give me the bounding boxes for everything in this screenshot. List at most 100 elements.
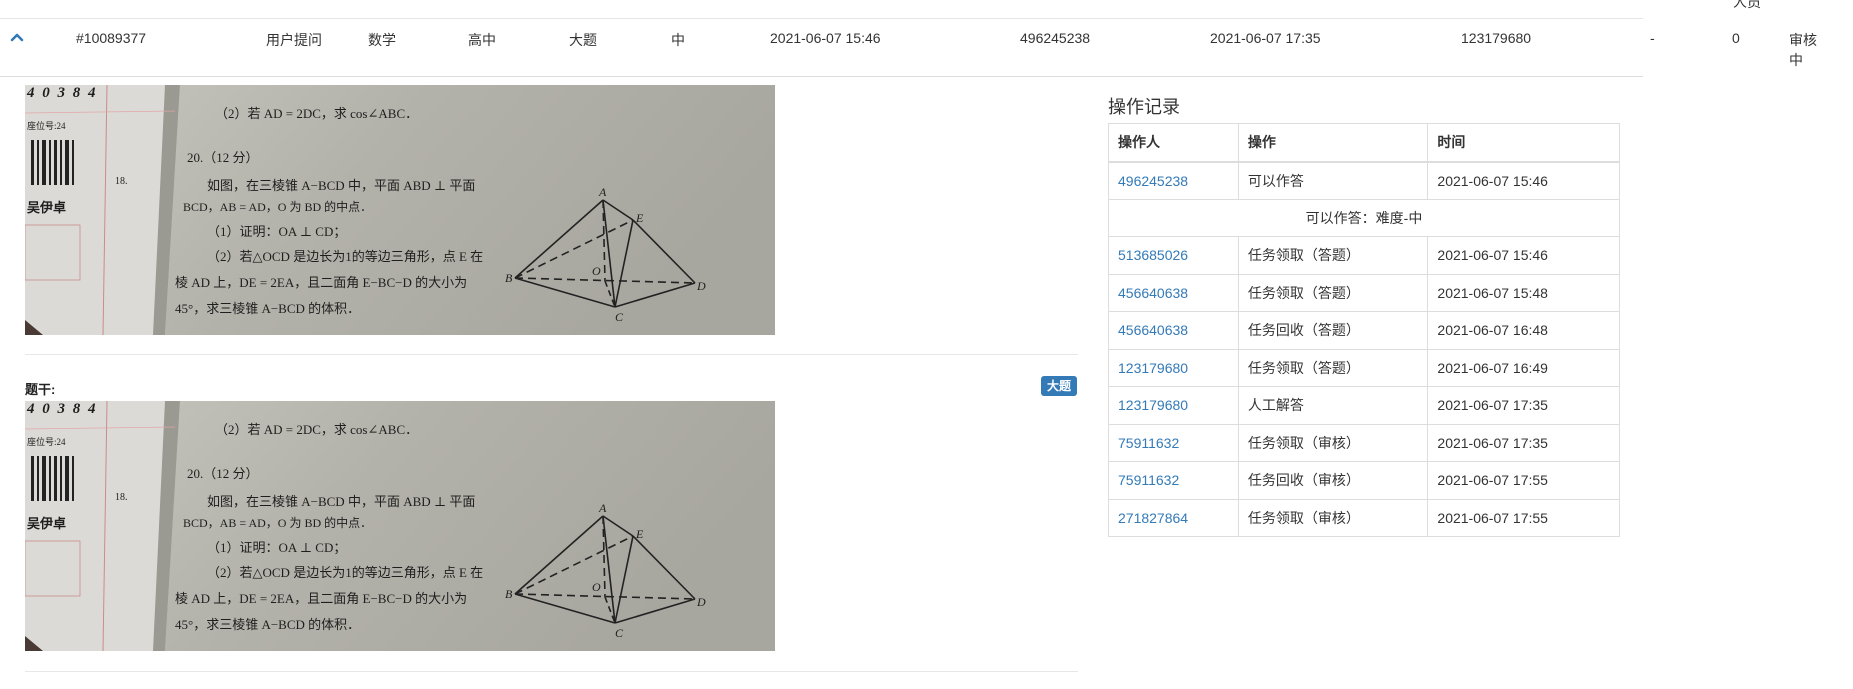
photo-q-number: 20.（12 分）: [187, 150, 259, 165]
photo-label-b: B: [505, 587, 513, 601]
operator-link[interactable]: 75911632: [1108, 423, 1239, 462]
record-answerer: 123179680: [1461, 30, 1532, 46]
record-created-time: 2021-06-07 15:46: [770, 30, 881, 46]
column-header-clipped: 人员: [1733, 0, 1761, 10]
action-cell: 任务回收（审核）: [1237, 461, 1429, 500]
photo-label-c: C: [615, 310, 624, 324]
operator-link[interactable]: 123179680: [1108, 348, 1239, 387]
photo-line4: （2）若△OCD 是边长为1的等边三角形，点 E 在: [207, 565, 484, 580]
photo-line2: BCD，AB = AD，O 为 BD 的中点．: [183, 516, 373, 530]
action-cell: 任务领取（答题）: [1237, 273, 1429, 312]
photo-line2: BCD，AB = AD，O 为 BD 的中点．: [183, 200, 373, 214]
record-status: 审核中: [1789, 32, 1817, 68]
photo-label-o: O: [592, 264, 601, 278]
photo-q-number: 20.（12 分）: [187, 466, 259, 481]
photo-label-a: A: [599, 185, 607, 199]
photo-label-e: E: [636, 211, 644, 225]
photo-line6: 45°，求三棱锥 A−BCD 的体积．: [175, 301, 361, 316]
table-row: 456640638 任务领取（答题） 2021-06-07 15:48: [1108, 273, 1620, 312]
table-header-row: 操作人 操作 时间: [1108, 123, 1620, 163]
note-cell: 可以作答：难度-中: [1108, 198, 1620, 237]
photo-line4: （2）若△OCD 是边长为1的等边三角形，点 E 在: [207, 249, 484, 264]
question-photo-preview[interactable]: 4 0 3 8 4 座位号:24 18. 吴伊卓 （2）若 AD = 2DC，求…: [25, 85, 775, 335]
stem-label: 题干:: [25, 382, 56, 397]
record-difficulty: 中: [671, 32, 685, 48]
table-row: 513685026 任务领取（答题） 2021-06-07 15:46: [1108, 236, 1620, 275]
photo-label-b: B: [505, 271, 513, 285]
photo-label-o: O: [592, 580, 601, 594]
operator-link[interactable]: 456640638: [1108, 311, 1239, 350]
photo-seat: 座位号:24: [27, 121, 66, 131]
question-stem-photo[interactable]: 4 0 3 8 4 座位号:24 18. 吴伊卓 （2）若 AD = 2DC，求…: [25, 401, 775, 651]
operation-log-title: 操作记录: [1108, 97, 1180, 117]
record-creator: 496245238: [1020, 30, 1091, 46]
photo-label-d: D: [697, 595, 706, 609]
record-source: 用户提问: [266, 32, 322, 48]
section-divider-bottom: [25, 671, 1078, 672]
record-grade: 高中: [468, 32, 496, 48]
photo-part2: （2）若 AD = 2DC，求 cos∠ABC．: [215, 422, 419, 437]
record-dash: -: [1650, 30, 1655, 46]
photo-part2: （2）若 AD = 2DC，求 cos∠ABC．: [215, 106, 419, 121]
photo-label-c: C: [615, 626, 624, 640]
time-cell: 2021-06-07 16:49: [1427, 348, 1620, 387]
photo-line5: 棱 AD 上，DE = 2EA，且二面角 E−BC−D 的大小为: [175, 275, 468, 290]
header-action: 操作: [1237, 123, 1429, 163]
photo-name: 吴伊卓: [27, 200, 67, 215]
operator-link[interactable]: 496245238: [1108, 161, 1239, 200]
table-row: 496245238 可以作答 2021-06-07 15:46: [1108, 161, 1620, 200]
table-note-row: 可以作答：难度-中: [1108, 198, 1620, 237]
record-count: 0: [1732, 30, 1740, 46]
record-subject: 数学: [368, 32, 396, 48]
action-cell: 人工解答: [1237, 386, 1429, 425]
table-row: 456640638 任务回收（答题） 2021-06-07 16:48: [1108, 311, 1620, 350]
photo-line1: 如图，在三棱锥 A−BCD 中，平面 ABD ⊥ 平面: [207, 494, 476, 509]
action-cell: 任务领取（审核）: [1237, 423, 1429, 462]
photo-line5: 棱 AD 上，DE = 2EA，且二面角 E−BC−D 的大小为: [175, 591, 468, 606]
header-operator: 操作人: [1108, 123, 1239, 163]
table-row: 123179680 任务领取（答题） 2021-06-07 16:49: [1108, 348, 1620, 387]
table-row: 271827864 任务领取（审核） 2021-06-07 17:55: [1108, 498, 1620, 537]
record-question-type: 大题: [569, 32, 597, 48]
operator-link[interactable]: 271827864: [1108, 498, 1239, 537]
action-cell: 任务回收（答题）: [1237, 311, 1429, 350]
time-cell: 2021-06-07 17:35: [1427, 386, 1620, 425]
table-row: 123179680 人工解答 2021-06-07 17:35: [1108, 386, 1620, 425]
action-cell: 任务领取（审核）: [1237, 498, 1429, 537]
operator-link[interactable]: 456640638: [1108, 273, 1239, 312]
operator-link[interactable]: 513685026: [1108, 236, 1239, 275]
photo-header-marks: 4 0 3 8 4: [27, 401, 98, 417]
time-cell: 2021-06-07 15:48: [1427, 273, 1620, 312]
chevron-up-icon[interactable]: [10, 31, 24, 43]
photo-header-marks: 4 0 3 8 4: [27, 85, 98, 101]
photo-seat: 座位号:24: [27, 437, 66, 447]
table-row: 75911632 任务领取（审核） 2021-06-07 17:35: [1108, 423, 1620, 462]
time-cell: 2021-06-07 17:55: [1427, 498, 1620, 537]
record-row[interactable]: #10089377 用户提问 数学 高中 大题 中 2021-06-07 15:…: [0, 19, 1817, 77]
operator-link[interactable]: 123179680: [1108, 386, 1239, 425]
action-cell: 可以作答: [1237, 161, 1429, 200]
time-cell: 2021-06-07 16:48: [1427, 311, 1620, 350]
operation-log-table: 操作人 操作 时间 496245238 可以作答 2021-06-07 15:4…: [1108, 123, 1620, 537]
question-type-badge: 大题: [1041, 376, 1078, 396]
section-divider: [25, 354, 1078, 355]
photo-num18: 18.: [115, 176, 128, 187]
photo-name: 吴伊卓: [27, 516, 67, 531]
operator-link[interactable]: 75911632: [1108, 461, 1239, 500]
time-cell: 2021-06-07 17:55: [1427, 461, 1620, 500]
photo-line3: （1）证明：OA ⊥ CD；: [207, 540, 347, 555]
time-cell: 2021-06-07 15:46: [1427, 161, 1620, 200]
time-cell: 2021-06-07 17:35: [1427, 423, 1620, 462]
record-answer-time: 2021-06-07 17:35: [1210, 30, 1321, 46]
action-cell: 任务领取（答题）: [1237, 236, 1429, 275]
photo-label-d: D: [697, 279, 706, 293]
photo-num18: 18.: [115, 492, 128, 503]
header-time: 时间: [1427, 123, 1620, 163]
record-id: #10089377: [76, 30, 147, 46]
table-row: 75911632 任务回收（审核） 2021-06-07 17:55: [1108, 461, 1620, 500]
photo-line1: 如图，在三棱锥 A−BCD 中，平面 ABD ⊥ 平面: [207, 178, 476, 193]
action-cell: 任务领取（答题）: [1237, 348, 1429, 387]
photo-line3: （1）证明：OA ⊥ CD；: [207, 224, 347, 239]
time-cell: 2021-06-07 15:46: [1427, 236, 1620, 275]
photo-line6: 45°，求三棱锥 A−BCD 的体积．: [175, 617, 361, 632]
